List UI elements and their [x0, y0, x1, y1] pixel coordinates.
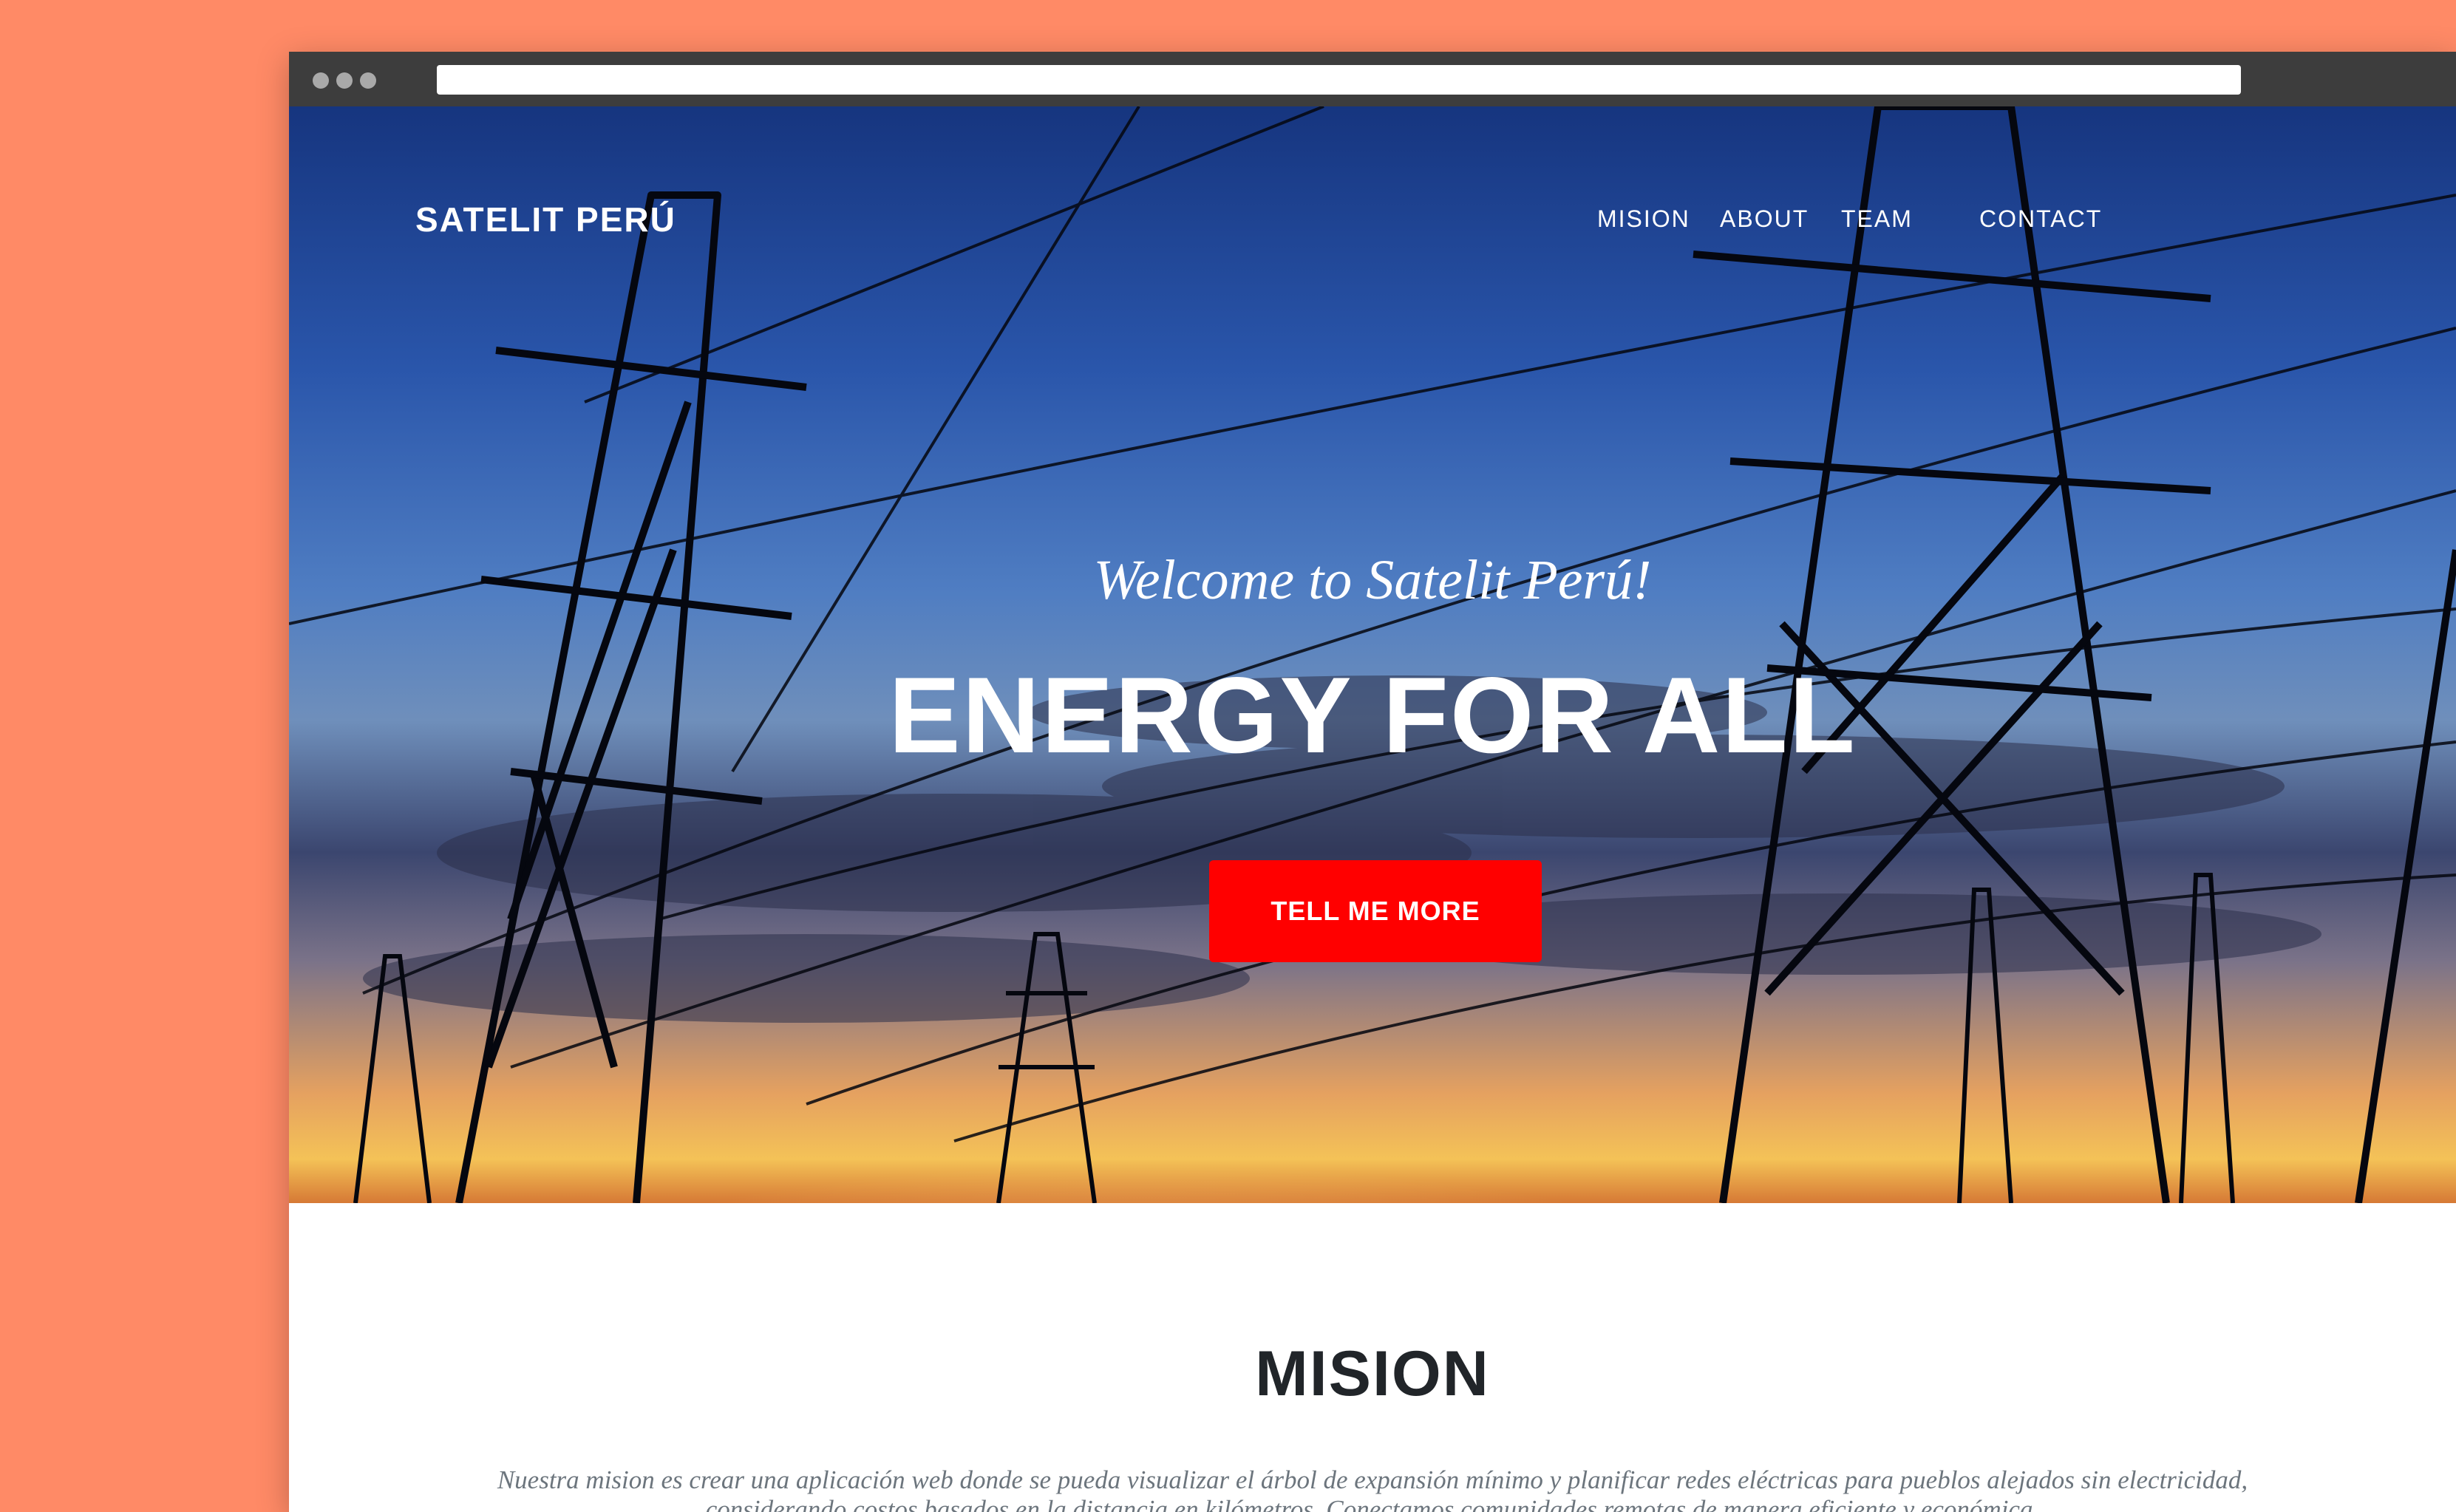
hero-heading: ENERGY FOR ALL [888, 655, 1857, 775]
hero-subheading: Welcome to Satelit Perú! [1093, 549, 1652, 611]
nav-link-about[interactable]: ABOUT [1720, 205, 1809, 233]
browser-window: SATELIT PERÚ MISION ABOUT TEAM CONTACT W… [289, 52, 2456, 1512]
nav-link-mision[interactable]: MISION [1597, 205, 1690, 233]
window-close-dot-icon[interactable] [313, 72, 329, 89]
mision-text: Nuestra mision es crear una aplicación w… [497, 1465, 2248, 1512]
window-maximize-dot-icon[interactable] [360, 72, 376, 89]
brand-logo[interactable]: SATELIT PERÚ [415, 200, 676, 239]
browser-toolbar [289, 52, 2456, 106]
hero-section: SATELIT PERÚ MISION ABOUT TEAM CONTACT W… [289, 106, 2456, 1203]
nav-link-contact[interactable]: CONTACT [1979, 205, 2102, 233]
nav-link-team[interactable]: TEAM [1841, 205, 1913, 233]
address-bar[interactable] [437, 65, 2241, 95]
mision-title: MISION [1255, 1338, 1490, 1409]
window-minimize-dot-icon[interactable] [336, 72, 353, 89]
tell-me-more-button[interactable]: TELL ME MORE [1209, 860, 1542, 962]
